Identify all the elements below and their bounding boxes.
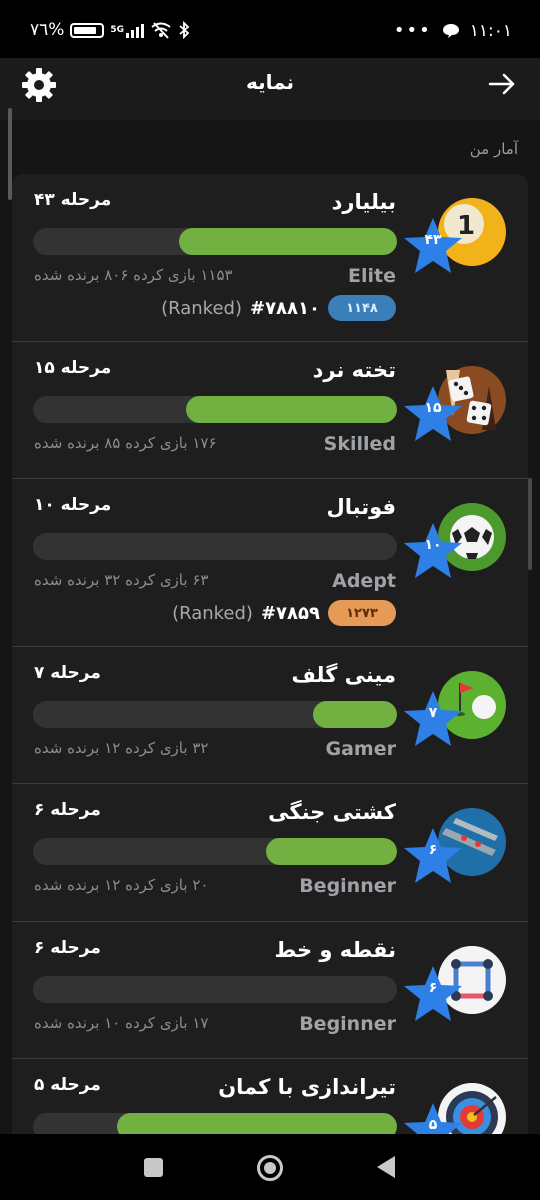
app-bar: نمایه (0, 58, 540, 120)
rank-title: Beginner (299, 1012, 396, 1035)
star-level: ۱۵ (424, 399, 442, 416)
games-stats: ۲۰ بازی کرده ۱۲ برنده شده (34, 876, 209, 894)
game-name: تخته نرد (312, 357, 396, 382)
progress-bar (33, 228, 397, 255)
clock: ۱۱:۰۱ (469, 20, 512, 41)
battery-text: ٧٦% (30, 20, 65, 40)
status-bar: ٧٦% 5G ••• ۱۱:۰۱ (0, 0, 540, 58)
progress-fill (185, 395, 397, 423)
game-card-billiards[interactable]: 1 ۴۳ بیلیارد مرحله ۴۳ Elite ۱۱۵۳ بازی کر… (12, 174, 528, 342)
more-notifications-icon: ••• (393, 20, 432, 41)
star-level: ۱۰ (424, 537, 442, 553)
level-label: مرحله ۶ (34, 800, 101, 820)
ranked-row: (Ranked) #۷۸۸۱۰ ۱۱۴۸ (161, 295, 396, 321)
progress-bar (33, 700, 397, 728)
system-nav-bar (0, 1134, 540, 1200)
signal-icon (126, 22, 145, 38)
battery-icon (70, 22, 105, 38)
game-card-battleship[interactable]: ۶ کشتی جنگی مرحله ۶ Beginner ۲۰ بازی کرد… (12, 784, 528, 922)
game-stats-list[interactable]: 1 ۴۳ بیلیارد مرحله ۴۳ Elite ۱۱۵۳ بازی کر… (12, 174, 528, 1134)
ranked-row: (Ranked) #۷۸۵۹ ۱۲۷۳ (172, 600, 396, 626)
game-card-football[interactable]: ۱۰ فوتبال مرحله ۱۰ Adept ۶۳ بازی کرده ۳۲… (12, 479, 528, 647)
star-level: ۷ (428, 704, 438, 721)
progress-bar (33, 975, 397, 1003)
ranked-number: #۷۸۵۹ (260, 602, 320, 624)
progress-fill (313, 700, 397, 728)
level-label: مرحله ۱۰ (34, 495, 112, 515)
progress-bar (33, 395, 397, 423)
status-right: ••• ۱۱:۰۱ (394, 20, 512, 41)
game-card-dots-and-lines[interactable]: ۶ نقطه و خط مرحله ۶ Beginner ۱۷ بازی کرد… (12, 922, 528, 1059)
game-card-archery[interactable]: ۵ تیراندازی با کمان مرحله ۵ (12, 1059, 528, 1134)
progress-bar (33, 838, 397, 865)
page-title: نمایه (245, 70, 295, 94)
progress-bar (33, 1113, 397, 1134)
games-stats: ۱۷۶ بازی کرده ۸۵ برنده شده (34, 433, 217, 452)
level-label: مرحله ۶ (34, 937, 101, 958)
game-name: کشتی جنگی (268, 800, 396, 824)
chat-icon (442, 23, 459, 38)
games-stats: ۱۱۵۳ بازی کرده ۸۰۶ برنده شده (34, 266, 233, 284)
game-name: تیراندازی با کمان (218, 1075, 396, 1099)
games-stats: ۳۲ بازی کرده ۱۲ برنده شده (34, 738, 209, 757)
bluetooth-icon (179, 21, 190, 39)
games-stats: ۱۷ بازی کرده ۱۰ برنده شده (34, 1013, 209, 1032)
level-label: مرحله ۱۵ (34, 357, 112, 378)
rating-pill: ۱۲۷۳ (328, 600, 396, 626)
progress-fill (265, 838, 397, 865)
game-name: نقطه و خط (274, 937, 397, 962)
ranked-number: #۷۸۸۱۰ (249, 297, 320, 319)
circle-icon[interactable] (257, 1155, 283, 1181)
progress-fill (178, 228, 397, 255)
wifi-off-icon (151, 22, 171, 39)
progress-bar (33, 533, 397, 560)
star-level: ۵ (428, 1117, 438, 1133)
ranked-label: (Ranked) (172, 602, 253, 624)
games-stats: ۶۳ بازی کرده ۳۲ برنده شده (34, 571, 209, 589)
game-name: مینی گلف (291, 662, 397, 687)
section-label: آمار من (469, 140, 518, 158)
game-name: فوتبال (326, 495, 396, 519)
star-level: ۶ (428, 979, 438, 996)
arrow-right-icon[interactable] (486, 68, 518, 100)
scrollbar-right[interactable] (528, 478, 532, 570)
rank-title: Adept (332, 570, 396, 592)
network-indicator: 5G (110, 22, 145, 38)
rank-title: Gamer (325, 737, 396, 760)
star-level: ۴۳ (424, 232, 442, 248)
level-label: مرحله ۴۳ (34, 190, 112, 210)
rank-title: Skilled (323, 432, 396, 455)
star-level: ۶ (428, 842, 438, 858)
level-label: مرحله ۵ (34, 1075, 101, 1095)
square-icon[interactable] (144, 1158, 163, 1177)
triangle-back-icon[interactable] (377, 1156, 395, 1178)
game-card-mini-golf[interactable]: ۷ مینی گلف مرحله ۷ Gamer ۳۲ بازی کرده ۱۲… (12, 647, 528, 784)
game-name: بیلیارد (331, 190, 396, 214)
level-label: مرحله ۷ (34, 662, 101, 683)
network-type: 5G (110, 24, 125, 35)
status-left: ٧٦% 5G (30, 20, 190, 40)
progress-fill (116, 1113, 397, 1134)
rank-title: Beginner (299, 875, 396, 897)
rating-pill: ۱۱۴۸ (328, 295, 396, 321)
game-card-backgammon[interactable]: ۱۵ تخته نرد مرحله ۱۵ Skilled ۱۷۶ بازی کر… (12, 342, 528, 479)
rank-title: Elite (348, 265, 396, 287)
ranked-label: (Ranked) (161, 297, 242, 319)
